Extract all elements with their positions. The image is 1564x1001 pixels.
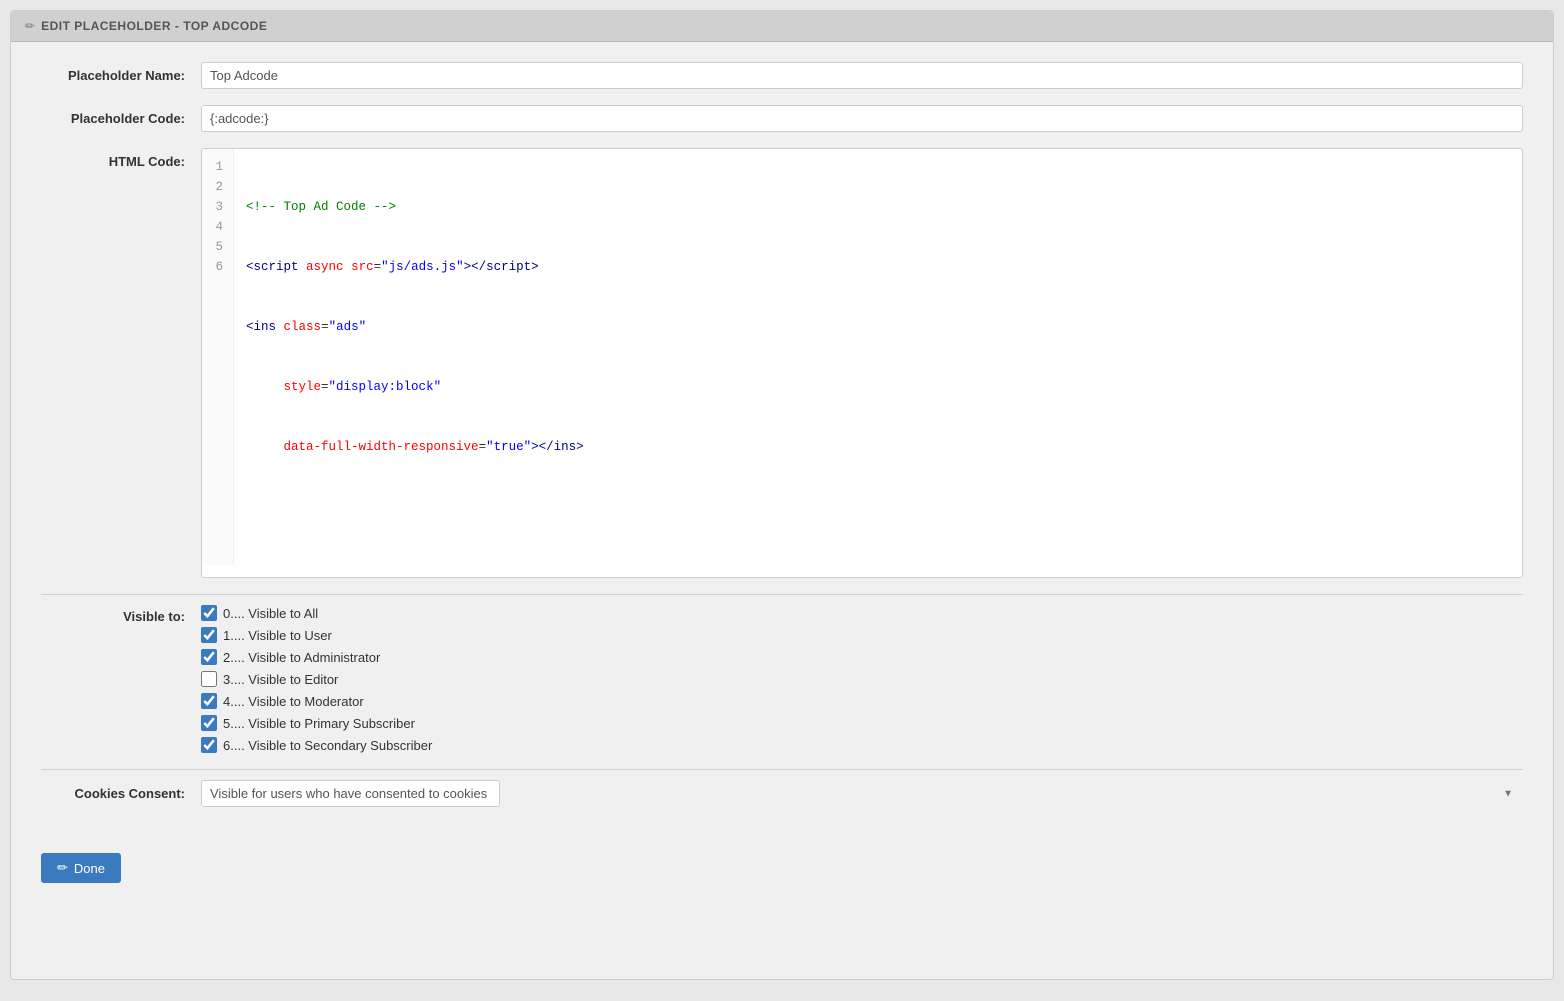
done-button[interactable]: ✏ Done — [41, 853, 121, 883]
visible-to-admin-label: 2.... Visible to Administrator — [223, 650, 380, 665]
line-num-3: 3 — [210, 197, 223, 217]
html-code-label: HTML Code: — [41, 148, 201, 169]
window-title: EDIT PLACEHOLDER - TOP ADCODE — [41, 19, 267, 33]
cookies-consent-select[interactable]: Visible for users who have consented to … — [201, 780, 500, 807]
line-num-1: 1 — [210, 157, 223, 177]
visible-to-primary-subscriber-checkbox[interactable] — [201, 715, 217, 731]
visible-to-editor-label: 3.... Visible to Editor — [223, 672, 338, 687]
visible-to-secondary-subscriber-label: 6.... Visible to Secondary Subscriber — [223, 738, 432, 753]
visible-to-all-item[interactable]: 0.... Visible to All — [201, 605, 432, 621]
visible-to-secondary-subscriber-item[interactable]: 6.... Visible to Secondary Subscriber — [201, 737, 432, 753]
visible-to-row: Visible to: 0.... Visible to All 1.... V… — [41, 605, 1523, 753]
line-num-5: 5 — [210, 237, 223, 257]
code-line-1: <!-- Top Ad Code --> — [246, 197, 1510, 217]
code-line-5: data-full-width-responsive="true"></ins> — [246, 437, 1510, 457]
title-bar: ✏ EDIT PLACEHOLDER - TOP ADCODE — [11, 11, 1553, 42]
code-editor[interactable]: 1 2 3 4 5 6 <!-- Top Ad Code --> <script… — [201, 148, 1523, 578]
placeholder-code-row: Placeholder Code: — [41, 105, 1523, 132]
visible-to-secondary-subscriber-checkbox[interactable] — [201, 737, 217, 753]
code-line-4: style="display:block" — [246, 377, 1510, 397]
html-code-row: HTML Code: 1 2 3 4 5 6 <!-- Top Ad Code … — [41, 148, 1523, 578]
visible-to-all-checkbox[interactable] — [201, 605, 217, 621]
visible-to-user-item[interactable]: 1.... Visible to User — [201, 627, 432, 643]
visible-to-editor-checkbox[interactable] — [201, 671, 217, 687]
pencil-icon: ✏ — [25, 19, 35, 33]
divider-2 — [41, 769, 1523, 770]
visible-to-primary-subscriber-label: 5.... Visible to Primary Subscriber — [223, 716, 415, 731]
line-num-6: 6 — [210, 257, 223, 277]
code-line-3: <ins class="ads" — [246, 317, 1510, 337]
visible-to-moderator-label: 4.... Visible to Moderator — [223, 694, 364, 709]
visible-to-all-label: 0.... Visible to All — [223, 606, 318, 621]
line-num-2: 2 — [210, 177, 223, 197]
cookies-consent-row: Cookies Consent: Visible for users who h… — [41, 780, 1523, 807]
visible-to-primary-subscriber-item[interactable]: 5.... Visible to Primary Subscriber — [201, 715, 432, 731]
done-button-label: Done — [74, 861, 105, 876]
visible-to-editor-item[interactable]: 3.... Visible to Editor — [201, 671, 432, 687]
cookies-consent-select-wrapper: Visible for users who have consented to … — [201, 780, 1523, 807]
visible-to-moderator-checkbox[interactable] — [201, 693, 217, 709]
done-button-icon: ✏ — [57, 860, 68, 876]
visible-to-label: Visible to: — [41, 605, 201, 624]
line-numbers: 1 2 3 4 5 6 — [202, 149, 234, 565]
placeholder-code-label: Placeholder Code: — [41, 105, 201, 126]
checkboxes-list: 0.... Visible to All 1.... Visible to Us… — [201, 605, 432, 753]
line-num-4: 4 — [210, 217, 223, 237]
visible-to-moderator-item[interactable]: 4.... Visible to Moderator — [201, 693, 432, 709]
code-line-6 — [246, 497, 1510, 517]
visible-to-user-checkbox[interactable] — [201, 627, 217, 643]
code-line-2: <script async src="js/ads.js"></script> — [246, 257, 1510, 277]
visible-to-admin-checkbox[interactable] — [201, 649, 217, 665]
edit-placeholder-window: ✏ EDIT PLACEHOLDER - TOP ADCODE Placehol… — [10, 10, 1554, 980]
cookies-consent-label: Cookies Consent: — [41, 780, 201, 801]
visible-to-user-label: 1.... Visible to User — [223, 628, 332, 643]
form-body: Placeholder Name: Placeholder Code: HTML… — [11, 42, 1553, 843]
placeholder-name-row: Placeholder Name: — [41, 62, 1523, 89]
placeholder-name-input[interactable] — [201, 62, 1523, 89]
code-content: <!-- Top Ad Code --> <script async src="… — [234, 149, 1522, 565]
visible-to-admin-item[interactable]: 2.... Visible to Administrator — [201, 649, 432, 665]
placeholder-code-input[interactable] — [201, 105, 1523, 132]
divider — [41, 594, 1523, 595]
placeholder-name-label: Placeholder Name: — [41, 62, 201, 83]
code-lines: 1 2 3 4 5 6 <!-- Top Ad Code --> <script… — [202, 149, 1522, 565]
